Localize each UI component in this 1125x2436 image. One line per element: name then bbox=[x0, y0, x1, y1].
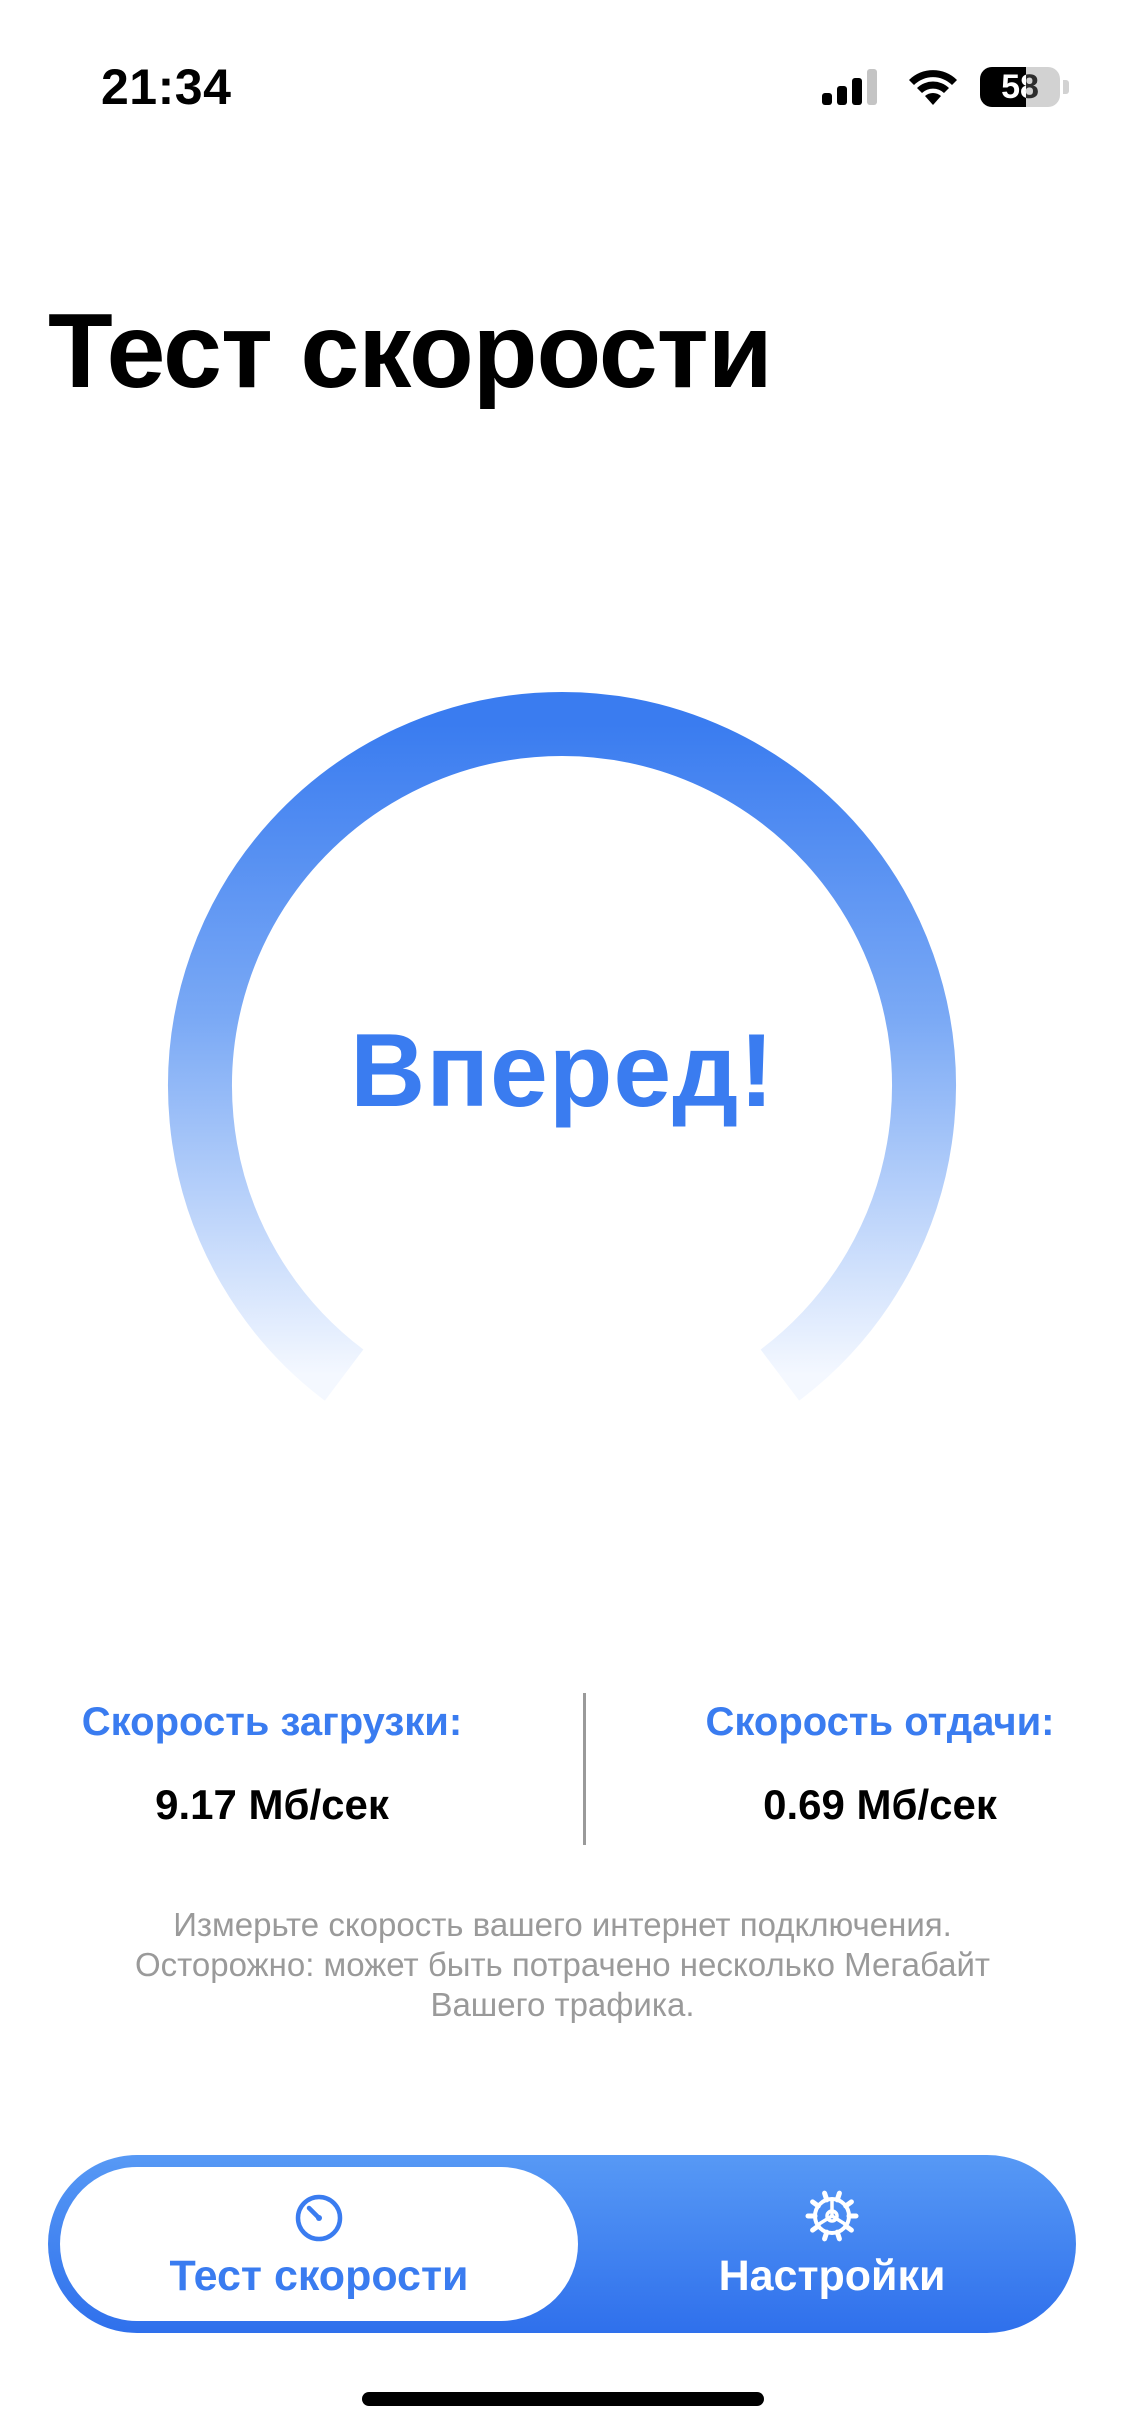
gear-tooth bbox=[822, 2229, 830, 2241]
upload-speed-label: Скорость отдачи: bbox=[705, 1700, 1055, 1744]
download-speed-value: 9.17 Мб/сек bbox=[155, 1781, 389, 1828]
tab-settings-label: Настройки bbox=[718, 2251, 946, 2300]
upload-speed: Скорость отдачи: 0.69 Мб/сек bbox=[620, 1700, 1125, 1829]
info-line: Осторожно: может быть потрачено нескольк… bbox=[134, 1946, 991, 1983]
page-title: Тест скорости bbox=[48, 292, 773, 410]
gear-tooth bbox=[834, 2190, 842, 2202]
gear-tooth bbox=[810, 2198, 821, 2209]
download-speed-label: Скорость загрузки: bbox=[81, 1700, 463, 1744]
gear-tooth bbox=[834, 2229, 842, 2241]
wifi-icon bbox=[909, 70, 957, 105]
tab-speed-test[interactable]: Тест скорости bbox=[60, 2155, 578, 2333]
start-test-button[interactable]: Вперед! bbox=[0, 1012, 1125, 1131]
download-speed: Скорость загрузки: 9.17 Мб/сек bbox=[12, 1700, 532, 1829]
status-time: 21:34 bbox=[101, 59, 232, 115]
gear-tooth bbox=[843, 2198, 854, 2209]
tab-settings[interactable]: Настройки bbox=[588, 2155, 1076, 2333]
status-icons: 58 bbox=[822, 66, 1069, 108]
gear-tooth bbox=[822, 2190, 830, 2202]
gear-icon bbox=[805, 2190, 859, 2241]
signal-icon bbox=[822, 69, 882, 105]
gear-tooth bbox=[810, 2222, 821, 2233]
gear-tooth bbox=[843, 2222, 854, 2233]
info-text: Измерьте скорость вашего интернет подклю… bbox=[60, 1905, 1065, 2025]
battery-level: 58 bbox=[1001, 67, 1039, 106]
speedometer-icon bbox=[295, 2194, 343, 2241]
tab-speed-test-label: Тест скорости bbox=[169, 2251, 469, 2300]
battery-cap bbox=[1063, 80, 1069, 94]
info-line: Вашего трафика. bbox=[430, 1986, 695, 2023]
speed-divider bbox=[583, 1693, 586, 1845]
battery-icon: 58 bbox=[980, 67, 1060, 107]
upload-speed-value: 0.69 Мб/сек bbox=[763, 1781, 997, 1828]
tab-bar: Тест скорости Настройки bbox=[48, 2155, 1076, 2333]
home-indicator bbox=[362, 2392, 764, 2406]
info-line: Измерьте скорость вашего интернет подклю… bbox=[173, 1906, 952, 1943]
